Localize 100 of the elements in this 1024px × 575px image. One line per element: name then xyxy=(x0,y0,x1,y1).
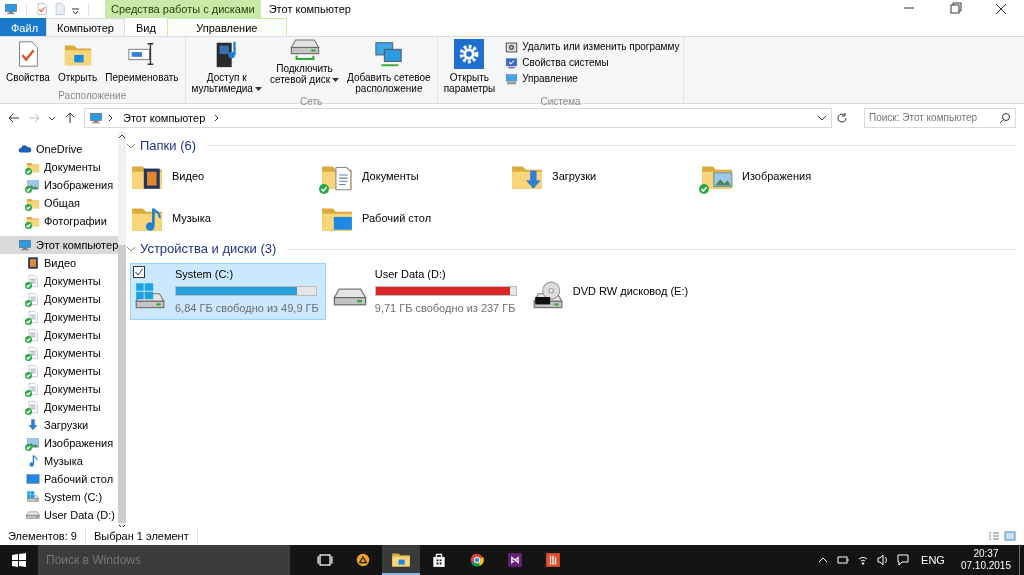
nav-item[interactable]: Документы xyxy=(0,325,119,344)
ribbon-button[interactable]: Свойства xyxy=(4,39,52,88)
window-title: Этот компьютер xyxy=(267,1,351,17)
checkbox-checked-icon[interactable] xyxy=(133,265,145,278)
search-field[interactable]: Поиск: Этот компьютер xyxy=(864,107,1016,128)
nav-item[interactable]: Рабочий стол xyxy=(0,469,119,488)
ribbon-tab[interactable]: Компьютер xyxy=(46,18,125,36)
close-icon[interactable] xyxy=(994,2,1008,16)
folder-tile[interactable]: Музыка xyxy=(130,197,320,240)
computer-icon xyxy=(89,110,103,125)
scrollbar-thumb[interactable] xyxy=(118,244,127,523)
context-group-label: Средства работы с дисками xyxy=(105,0,261,18)
nav-item[interactable]: Документы xyxy=(0,379,119,398)
ribbon-button[interactable]: Открыть xyxy=(55,39,100,88)
nav-item[interactable]: System (C:) xyxy=(0,487,119,506)
computer-icon xyxy=(18,237,32,252)
folder-name: Музыка xyxy=(172,211,211,226)
nav-item[interactable]: Документы xyxy=(0,361,119,380)
drive-icon xyxy=(332,288,367,307)
folder-tile[interactable]: Загрузки xyxy=(510,155,700,198)
computer-tools-icon xyxy=(505,72,519,86)
maximize-icon[interactable] xyxy=(948,2,962,16)
computer-icon[interactable] xyxy=(4,2,18,16)
notifications-icon[interactable] xyxy=(897,554,910,566)
address-field[interactable]: Этот компьютер xyxy=(84,107,832,128)
windows-logo-icon[interactable] xyxy=(12,553,26,567)
nav-item[interactable]: Этот компьютер xyxy=(0,235,119,254)
selection-status: Выбран 1 элемент xyxy=(85,527,198,545)
drive-name: DVD RW дисковод (E:) xyxy=(572,284,689,299)
nav-item[interactable]: Загрузки xyxy=(0,415,119,434)
ribbon-button[interactable]: Открыть параметры xyxy=(441,39,498,94)
document-icon xyxy=(26,363,40,378)
nav-item[interactable]: Документы xyxy=(0,307,119,326)
document-icon xyxy=(26,309,40,324)
ribbon-small-button[interactable]: Управление xyxy=(505,71,680,87)
wifi-icon[interactable] xyxy=(857,554,870,566)
desktop-icon xyxy=(26,471,40,486)
nav-item[interactable]: Изображения xyxy=(0,175,119,194)
free-space-text: 6,84 ГБ свободно из 49,9 ГБ xyxy=(175,301,319,317)
document-icon xyxy=(26,291,40,306)
ribbon-button[interactable]: Добавить сетевое расположение xyxy=(345,39,433,94)
group-label: Сеть xyxy=(298,95,324,109)
nav-item[interactable]: Документы xyxy=(0,397,119,416)
folder-tile[interactable]: Рабочий стол xyxy=(320,197,510,240)
program-box-icon xyxy=(505,40,519,54)
ribbon-button[interactable]: Переименовать xyxy=(103,39,181,88)
folder-tile[interactable]: Видео xyxy=(130,155,320,198)
refresh-icon[interactable] xyxy=(836,111,848,124)
language-indicator[interactable]: ENG xyxy=(917,551,949,569)
dropdown-caret-icon xyxy=(332,78,340,83)
nav-item[interactable]: Документы xyxy=(0,271,119,290)
taskbar-button[interactable] xyxy=(382,545,420,575)
picture-icon xyxy=(26,177,40,192)
ribbon-tab[interactable]: Управление xyxy=(166,18,287,36)
nav-item[interactable]: Видео xyxy=(0,253,119,272)
section-header[interactable]: Устройства и диски (3) xyxy=(140,239,277,259)
clock[interactable]: 20:37 07.10.2015 xyxy=(952,548,1019,572)
up-arrow-icon[interactable] xyxy=(64,111,76,124)
document-icon xyxy=(26,273,40,288)
large-icons-view-icon[interactable] xyxy=(1004,531,1016,542)
battery-icon[interactable] xyxy=(837,554,850,566)
breadcrumb-chevron-icon[interactable] xyxy=(107,112,115,123)
folder-name: Загрузки xyxy=(552,169,597,184)
ribbon-button[interactable]: Подключить сетевой диск xyxy=(267,39,342,94)
ribbon-small-button[interactable]: Удалить или изменить программу xyxy=(505,39,680,55)
folder-name: Видео xyxy=(172,169,205,184)
collapse-chevron-icon[interactable] xyxy=(126,245,136,253)
nav-item[interactable]: Документы xyxy=(0,157,119,176)
nav-item[interactable]: Документы xyxy=(0,343,119,362)
group-label: Расположение xyxy=(57,89,128,103)
document-icon xyxy=(26,381,40,396)
clock-time: 20:37 xyxy=(972,548,1000,560)
back-arrow-icon[interactable] xyxy=(8,111,20,124)
drive-tile[interactable]: DVD RW дисковод (E:) xyxy=(527,262,718,320)
document-icon xyxy=(26,327,40,342)
ribbon-button[interactable]: Доступ к мультимедиа xyxy=(189,39,264,94)
ribbon-tab[interactable]: Вид xyxy=(124,18,167,36)
nav-item[interactable]: Музыка xyxy=(0,451,119,470)
folder-tile[interactable]: Документы xyxy=(320,155,510,198)
drive-tile[interactable]: System (C:) 6,84 ГБ свободно из 49,9 ГБ xyxy=(130,262,326,320)
ribbon-tab[interactable]: Файл xyxy=(0,18,46,36)
nav-item[interactable]: Изображения xyxy=(0,433,119,452)
nav-item[interactable]: Фотографии xyxy=(0,211,119,230)
section-header[interactable]: Папки (6) xyxy=(140,135,197,156)
document-icon xyxy=(26,399,40,414)
scroll-down-icon[interactable] xyxy=(118,522,127,528)
taskbar-search-field[interactable]: Поиск в Windows xyxy=(38,545,290,575)
nav-item[interactable]: OneDrive xyxy=(0,139,119,158)
drive-name: System (C:) xyxy=(175,266,235,282)
nav-item[interactable]: Документы xyxy=(0,289,119,308)
nav-item[interactable]: User Data (D:) xyxy=(0,505,119,524)
properties-check-icon[interactable] xyxy=(35,2,49,16)
breadcrumb-item[interactable]: Этот компьютер xyxy=(119,109,210,127)
nav-item[interactable]: Общая xyxy=(0,193,119,212)
drive-name: User Data (D:) xyxy=(374,266,447,282)
drive-tile[interactable]: User Data (D:) 9,71 ГБ свободно из 237 ГБ xyxy=(329,262,524,320)
windows-drive-icon xyxy=(26,489,40,504)
folder-tile[interactable]: Изображения xyxy=(700,155,890,198)
ribbon-small-button[interactable]: Свойства системы xyxy=(505,55,680,71)
volume-icon[interactable] xyxy=(877,554,890,566)
